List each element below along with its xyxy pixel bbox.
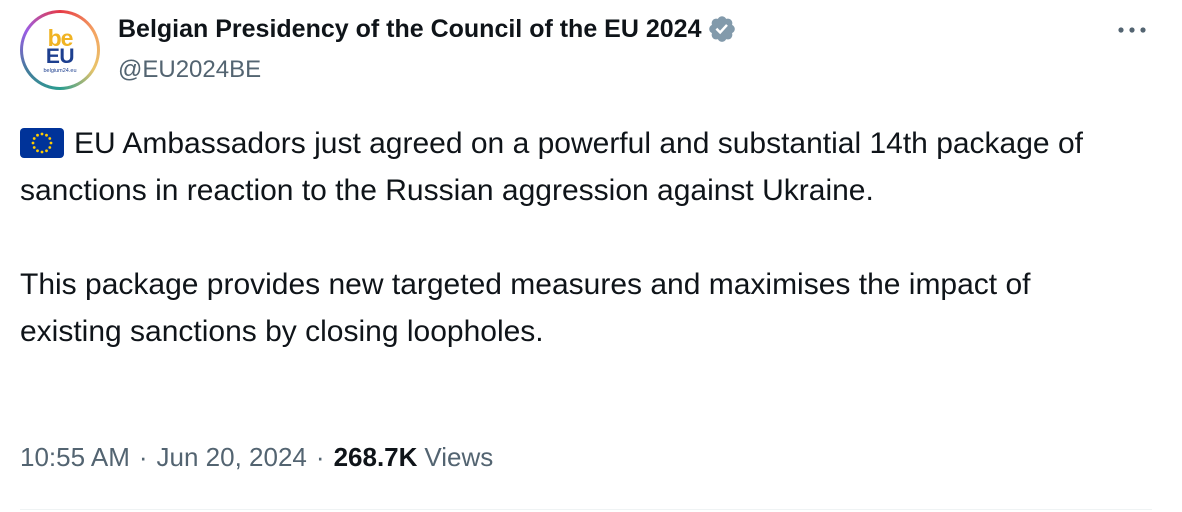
- tweet-paragraph-2: This package provides new targeted measu…: [20, 268, 1031, 348]
- views-count[interactable]: 268.7K: [334, 442, 418, 473]
- more-options-button[interactable]: [1112, 14, 1152, 46]
- tweet-text: EU Ambassadors just agreed on a powerful…: [20, 120, 1140, 355]
- tweet-meta: 10:55 AM · Jun 20, 2024 · 268.7K Views: [20, 442, 493, 473]
- tweet-date-link[interactable]: Jun 20, 2024: [157, 442, 307, 473]
- tweet-paragraph-1-text: EU Ambassadors just agreed on a powerful…: [20, 127, 1083, 207]
- tweet-time-link[interactable]: 10:55 AM: [20, 442, 130, 473]
- verified-badge-icon[interactable]: [707, 14, 737, 44]
- avatar-logo: be EU belgium24.eu: [23, 13, 97, 87]
- meta-separator: ·: [138, 442, 148, 472]
- avatar-logo-url: belgium24.eu: [43, 68, 77, 75]
- author-handle[interactable]: @EU2024BE: [118, 56, 261, 84]
- views-label: Views: [424, 442, 494, 472]
- author-row: Belgian Presidency of the Council of the…: [118, 14, 737, 44]
- divider: [20, 509, 1152, 510]
- more-dots-icon: [1118, 27, 1146, 33]
- tweet: be EU belgium24.eu Belgian Presidency of…: [0, 0, 1182, 512]
- eu-flag-icon: [20, 128, 64, 158]
- avatar-logo-eu: EU: [45, 45, 75, 69]
- avatar[interactable]: be EU belgium24.eu: [20, 10, 100, 90]
- tweet-paragraph-1: EU Ambassadors just agreed on a powerful…: [20, 120, 1140, 214]
- display-name[interactable]: Belgian Presidency of the Council of the…: [118, 15, 701, 44]
- meta-separator: ·: [315, 442, 325, 472]
